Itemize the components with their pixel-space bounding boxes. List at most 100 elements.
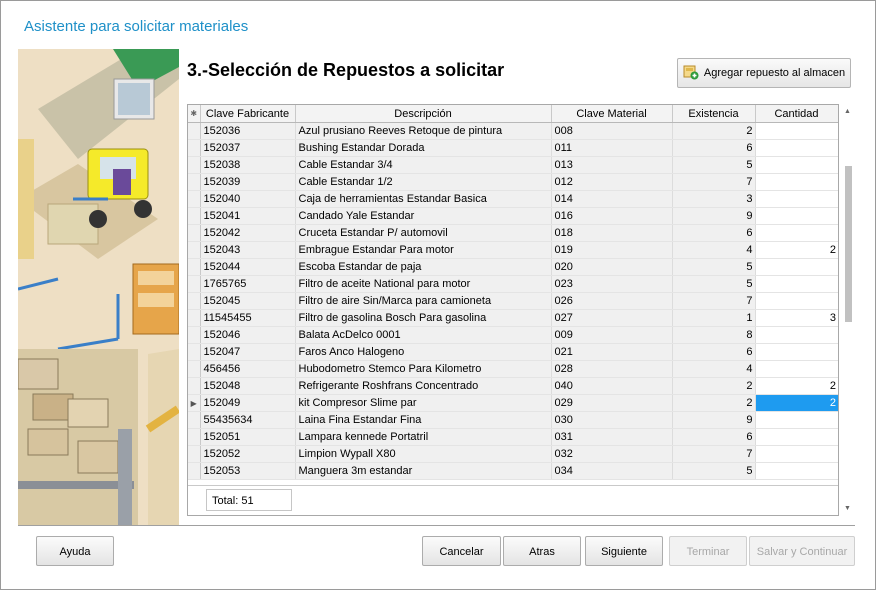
cell-cantidad[interactable] [755,258,838,276]
table-row[interactable]: 152046 Balata AcDelco 0001 009 8 [188,326,838,344]
cell-existencia: 2 [672,122,756,140]
cell-descripcion: Lampara kennede Portatril [295,428,552,446]
parts-table: ✱ Clave Fabricante Descripción Clave Mat… [188,105,838,480]
next-button[interactable]: Siguiente [585,536,663,566]
add-spare-part-button[interactable]: Agregar repuesto al almacen [677,58,851,88]
table-row[interactable]: 152036 Azul prusiano Reeves Retoque de pi… [188,122,838,140]
table-row[interactable]: ▶ 152049 kit Compresor Slime par 029 2 2 [188,394,838,412]
grid-vertical-scrollbar[interactable]: ▲ ▼ [841,104,855,516]
table-row[interactable]: 152039 Cable Estandar 1/2 012 7 [188,173,838,191]
cell-clave-material: 016 [551,207,673,225]
cell-clave-material: 013 [551,156,673,174]
table-row[interactable]: 152051 Lampara kennede Portatril 031 6 [188,428,838,446]
table-row[interactable]: 152053 Manguera 3m estandar 034 5 [188,462,838,480]
row-selector[interactable] [188,309,201,327]
row-selector[interactable] [188,292,201,310]
cell-cantidad[interactable] [755,139,838,157]
row-selector[interactable] [188,360,201,378]
row-selector[interactable] [188,224,201,242]
cell-cantidad[interactable] [755,326,838,344]
scroll-down-arrow-icon[interactable]: ▼ [844,505,851,512]
table-row[interactable]: 152041 Candado Yale Estandar 016 9 [188,207,838,225]
row-selector[interactable] [188,445,201,463]
column-header-clave-material[interactable]: Clave Material [551,105,673,123]
cell-cantidad[interactable] [755,411,838,429]
column-header-descripcion[interactable]: Descripción [295,105,552,123]
cell-cantidad[interactable] [755,343,838,361]
row-selector[interactable] [188,377,201,395]
row-selector[interactable] [188,190,201,208]
row-selector[interactable] [188,207,201,225]
row-selector[interactable] [188,241,201,259]
table-row[interactable]: 152043 Embrague Estandar Para motor 019 4 2 [188,241,838,259]
cell-clave-fabricante: 152040 [200,190,296,208]
total-count: Total: 51 [206,489,292,511]
table-row[interactable]: 152038 Cable Estandar 3/4 013 5 [188,156,838,174]
row-selector[interactable] [188,462,201,480]
column-header-cantidad[interactable]: Cantidad [755,105,838,123]
column-header-existencia[interactable]: Existencia [672,105,756,123]
save-continue-button[interactable]: Salvar y Continuar [749,536,855,566]
table-row[interactable]: 55435634 Laina Fina Estandar Fina 030 9 [188,411,838,429]
table-row[interactable]: 152048 Refrigerante Roshfrans Concentrado… [188,377,838,395]
cell-descripcion: Azul prusiano Reeves Retoque de pintura [295,122,552,140]
row-selector[interactable] [188,139,201,157]
cell-cantidad[interactable]: 2 [755,241,838,259]
row-selector[interactable] [188,343,201,361]
cell-descripcion: Cable Estandar 3/4 [295,156,552,174]
row-selector[interactable]: ▶ [188,394,201,412]
cell-cantidad[interactable] [755,292,838,310]
table-row[interactable]: 152045 Filtro de aire Sin/Marca para cami… [188,292,838,310]
cell-cantidad[interactable] [755,173,838,191]
cancel-button[interactable]: Cancelar [422,536,501,566]
row-selector[interactable] [188,122,201,140]
table-row[interactable]: 456456 Hubodometro Stemco Para Kilometro 0… [188,360,838,378]
cell-cantidad[interactable] [755,122,838,140]
scroll-up-arrow-icon[interactable]: ▲ [844,108,851,115]
table-row[interactable]: 11545455 Filtro de gasolina Bosch Para ga… [188,309,838,327]
cell-existencia: 3 [672,190,756,208]
row-selector[interactable] [188,411,201,429]
cell-cantidad[interactable]: 3 [755,309,838,327]
row-selector[interactable] [188,275,201,293]
cell-clave-fabricante: 1765765 [200,275,296,293]
table-row[interactable]: 152047 Faros Anco Halogeno 021 6 [188,343,838,361]
cell-descripcion: Bushing Estandar Dorada [295,139,552,157]
row-selector[interactable] [188,156,201,174]
row-selector[interactable] [188,326,201,344]
row-selector[interactable] [188,258,201,276]
cell-clave-fabricante: 152036 [200,122,296,140]
cell-cantidad[interactable] [755,224,838,242]
row-selector[interactable] [188,428,201,446]
cell-cantidad[interactable] [755,360,838,378]
table-row[interactable]: 152042 Cruceta Estandar P/ automovil 018 6 [188,224,838,242]
cell-clave-material: 014 [551,190,673,208]
cell-cantidad[interactable] [755,156,838,174]
cell-descripcion: Filtro de aire Sin/Marca para camioneta [295,292,552,310]
cell-cantidad[interactable] [755,428,838,446]
cell-descripcion: Cruceta Estandar P/ automovil [295,224,552,242]
window-title: Asistente para solicitar materiales [24,18,249,35]
cell-clave-material: 032 [551,445,673,463]
cell-clave-fabricante: 152047 [200,343,296,361]
scrollbar-thumb[interactable] [845,166,852,322]
table-row[interactable]: 152044 Escoba Estandar de paja 020 5 [188,258,838,276]
table-row[interactable]: 152037 Bushing Estandar Dorada 011 6 [188,139,838,157]
cell-cantidad[interactable]: 2 [755,377,838,395]
row-selector[interactable] [188,173,201,191]
grid-header-row: ✱ Clave Fabricante Descripción Clave Mat… [188,105,838,123]
column-header-clave-fabricante[interactable]: Clave Fabricante [200,105,296,123]
finish-button[interactable]: Terminar [669,536,747,566]
cell-cantidad[interactable] [755,275,838,293]
cell-cantidad[interactable]: 2 [755,394,838,412]
help-button[interactable]: Ayuda [36,536,114,566]
cell-cantidad[interactable] [755,462,838,480]
cell-cantidad[interactable] [755,190,838,208]
cell-cantidad[interactable] [755,445,838,463]
back-button[interactable]: Atras [503,536,581,566]
table-row[interactable]: 152040 Caja de herramientas Estandar Basi… [188,190,838,208]
table-row[interactable]: 152052 Limpion Wypall X80 032 7 [188,445,838,463]
cell-cantidad[interactable] [755,207,838,225]
table-row[interactable]: 1765765 Filtro de aceite National para mo… [188,275,838,293]
warehouse-illustration [18,49,179,525]
